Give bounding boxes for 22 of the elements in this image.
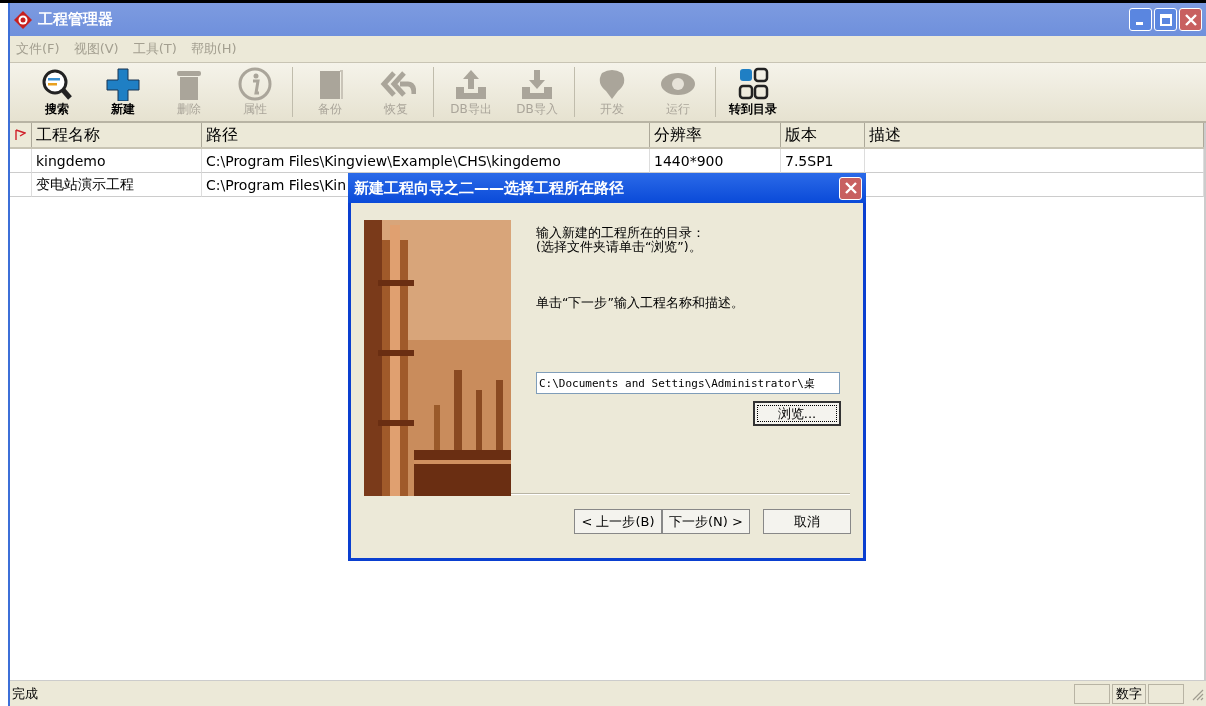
path-field[interactable]: C:\Documents and Settings\Administrator\桌 <box>536 372 840 394</box>
dialog-title: 新建工程向导之二——选择工程所在路径 <box>354 178 624 198</box>
column-header[interactable]: 分辨率 <box>650 123 781 147</box>
toolbar-button[interactable]: 转到目录 <box>720 63 786 121</box>
table-cell: kingdemo <box>32 149 202 173</box>
status-text: 完成 <box>11 684 39 703</box>
table-cell: 变电站演示工程 <box>32 173 202 197</box>
column-header[interactable]: 描述 <box>865 123 1204 147</box>
toolbar-button[interactable]: 搜索 <box>24 63 90 121</box>
column-header[interactable]: 版本 <box>781 123 865 147</box>
browse-button[interactable]: 浏览... <box>753 401 841 426</box>
toolbar-button[interactable]: 新建 <box>90 63 156 121</box>
column-header[interactable]: 工程名称 <box>32 123 202 147</box>
next-button[interactable]: 下一步(N) > <box>662 509 750 534</box>
instruction-text: (选择文件夹请单击“浏览”)。 <box>536 240 703 254</box>
status-panel: 数字 <box>1112 683 1146 704</box>
cancel-button[interactable]: 取消 <box>763 509 851 534</box>
window-title: 工程管理器 <box>38 10 114 29</box>
instruction-text: 单击“下一步”输入工程名称和描述。 <box>536 296 745 310</box>
column-header[interactable]: 路径 <box>202 123 650 147</box>
back-button[interactable]: < 上一步(B) <box>574 509 662 534</box>
instruction-text: 输入新建的工程所在的目录： <box>536 226 706 240</box>
